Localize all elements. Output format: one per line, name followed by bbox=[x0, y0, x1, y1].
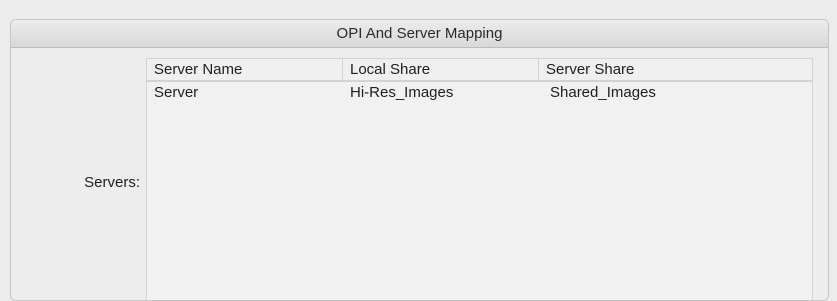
column-header-server-share[interactable]: Server Share bbox=[539, 59, 812, 80]
servers-table-header: Server Name Local Share Server Share bbox=[146, 58, 813, 81]
column-header-local-share[interactable]: Local Share bbox=[343, 59, 539, 80]
servers-label: Servers: bbox=[84, 174, 140, 191]
column-header-server-name[interactable]: Server Name bbox=[147, 59, 343, 80]
table-row[interactable]: Server Hi-Res_Images Shared_Images bbox=[147, 82, 812, 104]
opi-server-mapping-panel: OPI And Server Mapping Servers: Server N… bbox=[10, 19, 829, 301]
cell-server-name: Server bbox=[154, 84, 199, 101]
panel-title: OPI And Server Mapping bbox=[11, 20, 828, 48]
cell-local-share: Hi-Res_Images bbox=[350, 84, 454, 101]
cell-server-share: Shared_Images bbox=[550, 84, 656, 101]
servers-table[interactable]: Server Hi-Res_Images Shared_Images bbox=[146, 81, 813, 300]
